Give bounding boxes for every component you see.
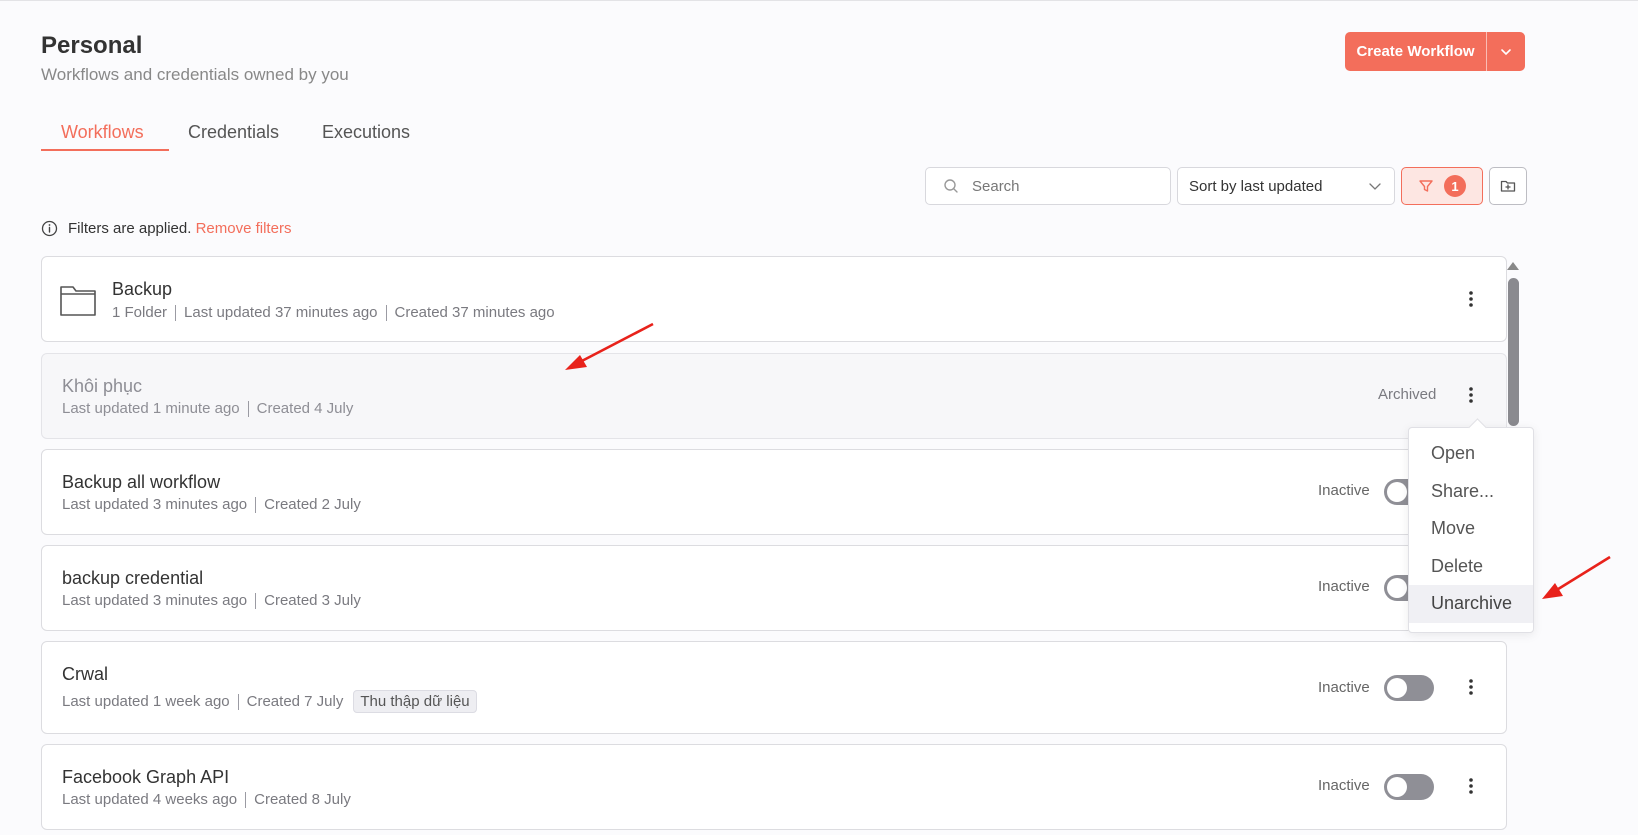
annotation-arrow-icon xyxy=(565,322,1611,599)
